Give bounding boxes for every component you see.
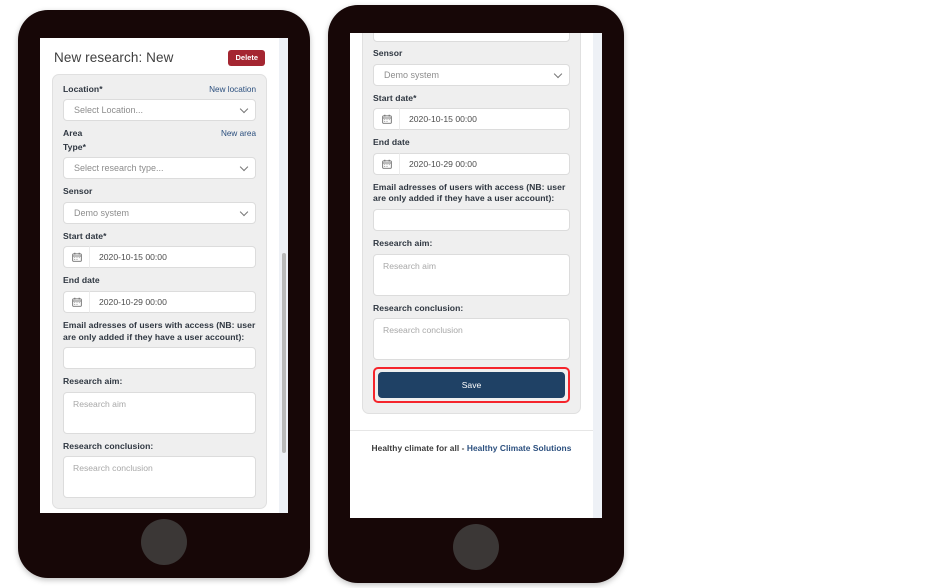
save-button[interactable]: Save: [378, 372, 565, 399]
sensor-select-value: Demo system: [74, 207, 130, 218]
end-date-input-group[interactable]: 2020-10-29 00:00: [63, 291, 256, 314]
start-date-input[interactable]: 2020-10-15 00:00: [399, 108, 570, 131]
phone-mockup-left: New research: New Delete Location* New l…: [18, 10, 310, 578]
sensor-select[interactable]: Demo system: [373, 63, 570, 86]
save-button-highlight: Save: [373, 367, 570, 404]
field-sensor: Sensor Demo system: [63, 186, 256, 224]
emails-label: Email adresses of users with access (NB:…: [63, 320, 256, 342]
research-aim-label: Research aim:: [63, 376, 123, 387]
start-date-label: Start date*: [373, 92, 417, 103]
field-location: Location* New location Select Location..…: [63, 84, 256, 122]
location-label: Location*: [63, 83, 103, 94]
sensor-label: Sensor: [373, 48, 403, 58]
scrollbar-track-right[interactable]: [593, 33, 602, 518]
chevron-down-icon: [239, 163, 249, 172]
start-date-label: Start date*: [63, 230, 107, 241]
research-form-card: Location* New location Select Location..…: [52, 73, 267, 510]
research-conclusion-label: Research conclusion:: [63, 440, 154, 451]
partially-visible-select-above[interactable]: [373, 33, 570, 42]
calendar-icon[interactable]: [63, 291, 89, 314]
start-date-input[interactable]: 2020-10-15 00:00: [89, 246, 256, 269]
field-emails: Email adresses of users with access (NB:…: [63, 320, 256, 370]
page-title: New research: New: [54, 50, 174, 66]
location-select[interactable]: Select Location...: [63, 99, 256, 122]
end-date-input-group[interactable]: 2020-10-29 00:00: [373, 152, 570, 175]
research-conclusion-label: Research conclusion:: [373, 302, 464, 313]
sensor-select-value: Demo system: [384, 69, 440, 80]
chevron-down-icon: [239, 104, 249, 114]
field-research-conclusion: Research conclusion: Research conclusion: [63, 441, 256, 499]
new-area-link[interactable]: New area: [221, 129, 256, 138]
scrollbar-thumb-left[interactable]: [282, 253, 286, 453]
start-date-input-group[interactable]: 2020-10-15 00:00: [373, 108, 570, 131]
type-select-value: Select research type...: [74, 163, 164, 174]
emails-label: Email adresses of users with access (NB:…: [373, 181, 566, 204]
field-research-aim: Research aim: Research aim: [63, 376, 256, 434]
field-start-date: Start date* 2020-10-15 00:00: [63, 231, 256, 269]
home-button-right[interactable]: [453, 524, 499, 570]
end-date-label: End date: [63, 275, 100, 286]
footer-text: Healthy climate for all -: [371, 443, 467, 454]
field-research-conclusion: Research conclusion: Research conclusion: [373, 303, 570, 361]
calendar-icon[interactable]: [373, 108, 399, 131]
type-select[interactable]: Select research type...: [63, 157, 256, 180]
research-conclusion-textarea[interactable]: Research conclusion: [63, 456, 256, 499]
chevron-down-icon: [239, 207, 249, 217]
page-content-right: Sensor Demo system Start date* 2020-10-1…: [350, 33, 593, 467]
field-type: Type* Select research type...: [63, 142, 256, 180]
research-aim-label: Research aim:: [373, 237, 433, 248]
end-date-label: End date: [373, 137, 410, 148]
delete-button[interactable]: Delete: [228, 50, 265, 66]
field-research-aim: Research aim: Research aim: [373, 238, 570, 296]
sensor-label: Sensor: [63, 186, 93, 197]
field-end-date: End date 2020-10-29 00:00: [63, 275, 256, 314]
start-date-input-group[interactable]: 2020-10-15 00:00: [63, 246, 256, 269]
screenshot-stage: New research: New Delete Location* New l…: [0, 0, 943, 588]
research-conclusion-textarea[interactable]: Research conclusion: [373, 318, 570, 361]
calendar-icon[interactable]: [63, 246, 89, 269]
end-date-input[interactable]: 2020-10-29 00:00: [89, 291, 256, 314]
area-label: Area: [63, 128, 83, 139]
research-form-card-scrolled: Sensor Demo system Start date* 2020-10-1…: [362, 33, 581, 415]
research-aim-textarea[interactable]: Research aim: [63, 391, 256, 434]
phone-mockup-right: Sensor Demo system Start date* 2020-10-1…: [328, 5, 624, 583]
page-footer: Healthy climate for all - Healthy Climat…: [350, 430, 593, 467]
page-content-left: New research: New Delete Location* New l…: [40, 38, 279, 510]
home-button-left[interactable]: [141, 519, 187, 565]
emails-input[interactable]: [373, 208, 570, 231]
location-select-value: Select Location...: [74, 105, 144, 116]
phone-left-screen: New research: New Delete Location* New l…: [40, 38, 288, 513]
chevron-down-icon: [553, 69, 563, 78]
research-aim-textarea[interactable]: Research aim: [373, 253, 570, 296]
type-label: Type*: [63, 141, 87, 152]
calendar-icon[interactable]: [373, 152, 399, 175]
field-end-date: End date 2020-10-29 00:00: [373, 137, 570, 175]
field-emails: Email adresses of users with access (NB:…: [373, 182, 570, 231]
field-sensor: Sensor Demo system: [373, 48, 570, 86]
new-location-link[interactable]: New location: [209, 85, 256, 94]
page-header: New research: New Delete: [52, 48, 267, 74]
footer-spacer: [362, 414, 581, 431]
field-area: Area New area: [63, 128, 256, 140]
footer-brand-link[interactable]: Healthy Climate Solutions: [467, 443, 572, 453]
phone-right-screen: Sensor Demo system Start date* 2020-10-1…: [350, 33, 602, 518]
scrollbar-track-left[interactable]: [279, 38, 288, 513]
emails-input[interactable]: [63, 347, 256, 370]
sensor-select[interactable]: Demo system: [63, 201, 256, 224]
end-date-input[interactable]: 2020-10-29 00:00: [399, 152, 570, 175]
field-start-date: Start date* 2020-10-15 00:00: [373, 93, 570, 131]
